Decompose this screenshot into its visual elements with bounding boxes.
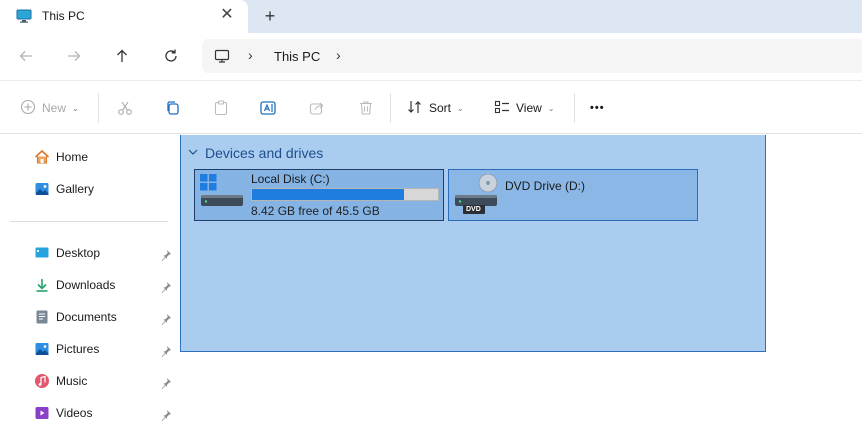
add-circle-icon	[20, 99, 36, 118]
sort-label: Sort	[429, 101, 452, 115]
sidebar-divider	[10, 221, 168, 222]
breadcrumb-this-pc[interactable]: This PC	[274, 49, 320, 64]
forward-arrow-icon[interactable]	[63, 45, 85, 67]
address-bar[interactable]: › This PC ›	[202, 39, 862, 73]
chevron-down-icon: ⌄	[547, 103, 555, 113]
close-tab-icon[interactable]: ✕	[218, 6, 236, 24]
group-title: Devices and drives	[205, 145, 324, 161]
sidebar-item-label: Music	[56, 374, 88, 388]
paste-icon[interactable]	[212, 98, 230, 118]
videos-icon	[34, 405, 50, 421]
sidebar-item-downloads[interactable]: Downloads	[34, 275, 115, 295]
desktop-icon	[34, 245, 50, 261]
refresh-icon[interactable]	[160, 45, 182, 67]
pin-icon[interactable]	[160, 313, 172, 325]
tab-this-pc[interactable]: This PC ✕	[0, 0, 248, 33]
windows-drive-icon	[200, 174, 244, 213]
pc-icon	[214, 48, 230, 64]
sort-button[interactable]: Sort ⌄	[407, 98, 464, 118]
group-header-devices[interactable]: Devices and drives	[187, 145, 323, 161]
drive-name: Local Disk (C:)	[251, 172, 330, 186]
documents-icon	[34, 309, 50, 325]
chevron-down-icon: ⌄	[457, 103, 464, 113]
sidebar-item-label: Desktop	[56, 246, 101, 260]
up-arrow-icon[interactable]	[111, 45, 133, 67]
selection-rectangle: Devices and drives Local Disk (C:) 8.42 …	[180, 135, 766, 352]
sidebar-item-pictures[interactable]: Pictures	[34, 339, 99, 359]
command-bar: New ⌄ Sort ⌄ View ⌄ •••	[0, 80, 862, 134]
navigation-pane: Home Gallery Desktop Downloads Documents	[0, 135, 180, 428]
sidebar-item-label: Pictures	[56, 342, 100, 356]
share-icon[interactable]	[308, 98, 326, 118]
view-button[interactable]: View ⌄	[494, 98, 555, 118]
sidebar-item-label: Home	[56, 150, 89, 164]
sidebar-item-videos[interactable]: Videos	[34, 403, 92, 423]
delete-icon[interactable]	[357, 98, 375, 118]
breadcrumb-chevron[interactable]: ›	[248, 47, 253, 63]
separator	[390, 93, 391, 123]
breadcrumb-chevron-end[interactable]: ›	[336, 47, 341, 63]
new-label: New	[42, 101, 67, 115]
back-arrow-icon[interactable]	[15, 45, 37, 67]
home-icon	[34, 149, 50, 165]
drive-free-space: 8.42 GB free of 45.5 GB	[251, 204, 380, 218]
pin-icon[interactable]	[160, 345, 172, 357]
dvd-badge: DVD	[466, 206, 481, 213]
view-label: View	[516, 101, 542, 115]
sidebar-item-documents[interactable]: Documents	[34, 307, 117, 327]
sidebar-item-gallery[interactable]: Gallery	[34, 179, 94, 199]
drive-usage-bar	[251, 188, 439, 201]
drive-tile-c[interactable]: Local Disk (C:) 8.42 GB free of 45.5 GB	[194, 169, 444, 221]
chevron-down-icon	[187, 145, 199, 161]
copy-icon[interactable]	[164, 98, 182, 118]
view-list-icon	[494, 99, 510, 118]
pin-icon[interactable]	[160, 249, 172, 261]
drive-usage-fill	[252, 189, 404, 200]
separator	[574, 93, 575, 123]
pin-icon[interactable]	[160, 281, 172, 293]
separator	[98, 93, 99, 123]
tab-strip: This PC ✕ +	[0, 0, 862, 33]
rename-icon[interactable]	[259, 98, 277, 118]
sidebar-item-music[interactable]: Music	[34, 371, 87, 391]
pictures-icon	[34, 341, 50, 357]
gallery-icon	[34, 181, 50, 197]
sidebar-item-label: Documents	[56, 310, 117, 324]
drive-tile-d[interactable]: DVD DVD Drive (D:)	[448, 169, 698, 221]
sidebar-item-home[interactable]: Home	[34, 147, 88, 167]
downloads-icon	[34, 277, 50, 293]
tab-title: This PC	[42, 9, 85, 23]
monitor-icon	[16, 8, 32, 24]
sidebar-item-label: Videos	[56, 406, 93, 420]
cut-icon[interactable]	[116, 98, 134, 118]
sidebar-item-label: Downloads	[56, 278, 116, 292]
sort-icon	[407, 99, 423, 118]
pin-icon[interactable]	[160, 377, 172, 389]
music-icon	[34, 373, 50, 389]
sidebar-item-label: Gallery	[56, 182, 95, 196]
file-list-pane[interactable]: Devices and drives Local Disk (C:) 8.42 …	[180, 135, 862, 428]
pin-icon[interactable]	[160, 409, 172, 421]
more-options-icon[interactable]: •••	[590, 98, 605, 118]
navigation-bar: › This PC ›	[0, 33, 862, 79]
sidebar-item-desktop[interactable]: Desktop	[34, 243, 100, 263]
chevron-down-icon: ⌄	[72, 103, 79, 113]
new-button[interactable]: New ⌄	[20, 98, 79, 118]
new-tab-button[interactable]: +	[260, 6, 280, 26]
drive-name: DVD Drive (D:)	[505, 179, 585, 193]
